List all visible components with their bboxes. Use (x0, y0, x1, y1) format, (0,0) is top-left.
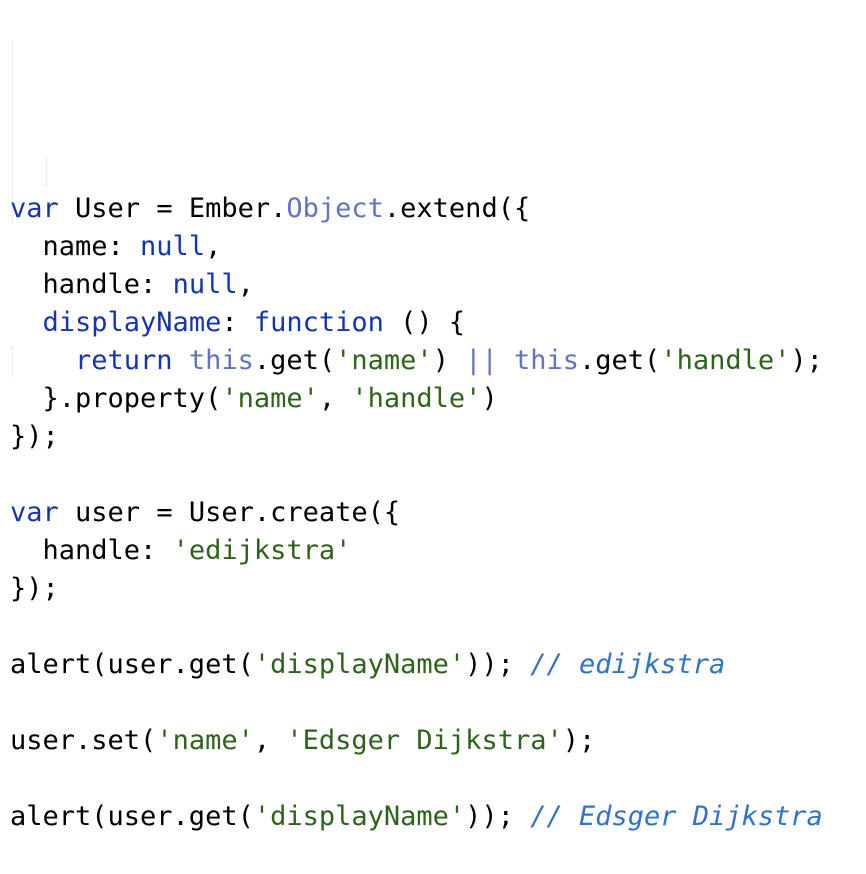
code-token-fnname: displayName (42, 307, 222, 338)
code-token-comment: // Edsger Dijkstra (530, 801, 823, 832)
code-token-punct: , (205, 231, 222, 262)
code-token-ident: )); (465, 801, 531, 832)
code-token-ident: alert(user.get( (10, 801, 254, 832)
code-token-ident: alert(user.get( (10, 649, 254, 680)
code-token-ident: handle: (10, 535, 173, 566)
code-token-comment: // edijkstra (530, 649, 726, 680)
code-token-ident: User = Ember. (58, 193, 287, 224)
code-token-kw: var (10, 193, 59, 224)
code-token-ident: )); (465, 649, 531, 680)
code-token-kw: return (75, 345, 173, 376)
code-line: name: null, (10, 228, 866, 266)
code-token-builtin: Object (286, 193, 384, 224)
code-line: displayName: function () { (10, 304, 866, 342)
code-line: handle: null, (10, 266, 866, 304)
code-editor[interactable]: var User = Ember.Object.extend({ name: n… (0, 0, 866, 832)
code-token-kw: null (172, 269, 238, 300)
code-token-kw: null (140, 231, 206, 262)
code-line: alert(user.get('displayName')); // Edsge… (10, 798, 866, 836)
code-token-ident: name: (10, 231, 141, 262)
code-line: }.property('name', 'handle') (10, 380, 866, 418)
code-token-builtin: || (465, 345, 498, 376)
code-token-ident: handle: (10, 269, 173, 300)
code-token-str: 'name' (156, 725, 254, 756)
code-token-ident: }.property( (10, 383, 222, 414)
code-lines: var User = Ember.Object.extend({ name: n… (10, 190, 866, 836)
code-token-str: 'handle' (660, 345, 791, 376)
code-token-ident: .get( (579, 345, 661, 376)
code-token-ident: user = User.create({ (58, 497, 401, 528)
code-line: handle: 'edijkstra' (10, 532, 866, 570)
code-token-str: 'handle' (351, 383, 482, 414)
code-token-ident (173, 345, 189, 376)
code-token-str: 'displayName' (253, 801, 466, 832)
code-token-ident: user.set( (10, 725, 157, 756)
code-line: }); (10, 570, 866, 608)
code-line: }); (10, 418, 866, 456)
code-token-str: 'name' (335, 345, 433, 376)
code-token-ident: () { (383, 307, 466, 338)
code-token-ident: ) (481, 383, 498, 414)
code-token-ident: }); (10, 421, 59, 452)
code-token-ident (498, 345, 514, 376)
code-token-str: 'Edsger Dijkstra' (286, 725, 563, 756)
code-line: return this.get('name') || this.get('han… (10, 342, 866, 380)
code-token-ident: ) (432, 345, 466, 376)
code-token-ident (10, 307, 43, 338)
code-token-ident: .get( (253, 345, 336, 376)
code-token-ident: }); (10, 573, 59, 604)
code-line: var user = User.create({ (10, 494, 866, 532)
code-line: var User = Ember.Object.extend({ (10, 190, 866, 228)
code-token-ident: ); (790, 345, 823, 376)
code-token-str: 'displayName' (253, 649, 466, 680)
code-token-ident: : (221, 307, 254, 338)
code-token-kw: function (253, 307, 384, 338)
code-token-ident: ); (562, 725, 596, 756)
code-line: user.set('name', 'Edsger Dijkstra'); (10, 722, 866, 760)
code-token-ident: , (253, 725, 287, 756)
indent-guide (46, 157, 47, 187)
code-token-builtin: this (188, 345, 254, 376)
code-token-kw: var (10, 497, 59, 528)
code-token-punct: , (237, 269, 254, 300)
code-token-str: 'edijkstra' (172, 535, 352, 566)
code-token-builtin: this (514, 345, 580, 376)
code-token-ident: , (318, 383, 352, 414)
code-token-ident: .extend({ (383, 193, 531, 224)
code-token-ident (10, 345, 75, 376)
code-token-str: 'name' (221, 383, 319, 414)
code-line: alert(user.get('displayName')); // edijk… (10, 646, 866, 684)
